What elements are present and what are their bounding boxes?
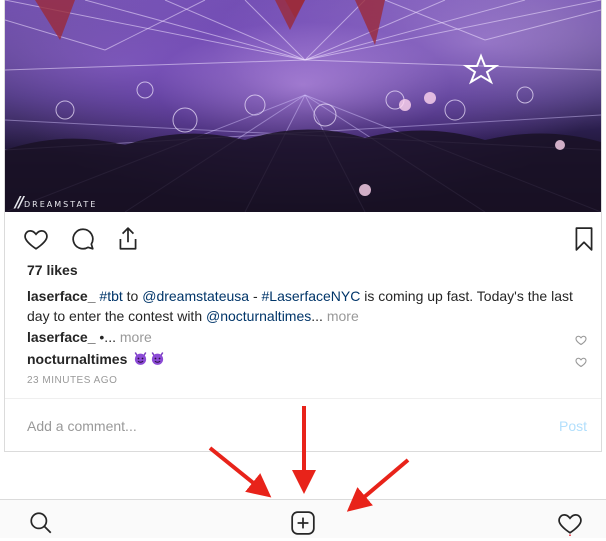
comment-icon[interactable] [70, 226, 96, 252]
bottom-nav-bar [0, 499, 606, 538]
post-comment-button[interactable]: Post [559, 418, 587, 434]
heart-icon[interactable] [23, 226, 49, 252]
comment-item: nocturnaltimes [27, 349, 587, 369]
laser-show-graphic [5, 0, 601, 212]
comment-item: laserface_ •... more [27, 327, 587, 347]
post-timestamp[interactable]: 23 MINUTES AGO [27, 375, 117, 386]
caption-more-link[interactable]: more [327, 308, 359, 324]
comment-text: •... [95, 329, 120, 345]
hashtag-link[interactable]: #LaserfaceNYC [262, 288, 361, 304]
caption-username[interactable]: laserface_ [27, 288, 96, 304]
comment-like-icon[interactable] [575, 353, 587, 368]
comment-like-icon[interactable] [575, 331, 587, 346]
comment-username[interactable]: nocturnaltimes [27, 351, 127, 367]
dreamstate-watermark: //DREAMSTATE [15, 193, 98, 211]
comment-username[interactable]: laserface_ [27, 329, 96, 345]
purple-devil-emoji-icon [151, 352, 164, 365]
add-post-icon[interactable] [290, 510, 316, 536]
hashtag-link[interactable]: #tbt [99, 288, 122, 304]
likes-count[interactable]: 77 likes [27, 262, 78, 278]
post-photo[interactable]: //DREAMSTATE [5, 0, 601, 212]
post-caption: laserface_ #tbt to @dreamstateusa - #Las… [27, 286, 587, 326]
add-comment-input[interactable] [27, 416, 527, 436]
post-card: //DREAMSTATE 77 likes laserface_ #tbt to… [4, 0, 602, 452]
caption-text: to [122, 288, 143, 304]
activity-heart-icon[interactable] [557, 510, 583, 537]
red-arrow-icon [346, 458, 410, 512]
caption-text: - [249, 288, 262, 304]
bookmark-icon[interactable] [571, 226, 597, 252]
post-actions-bar [24, 226, 601, 252]
comment-divider [5, 398, 601, 399]
search-icon[interactable] [28, 510, 54, 536]
caption-ellipsis: ... [311, 308, 327, 324]
share-icon[interactable] [115, 226, 141, 252]
red-arrow-icon [208, 446, 272, 498]
mention-link[interactable]: @dreamstateusa [142, 288, 249, 304]
mention-link[interactable]: @nocturnaltimes [206, 308, 311, 324]
purple-devil-emoji-icon [134, 352, 147, 365]
comment-more-link[interactable]: more [120, 329, 152, 345]
